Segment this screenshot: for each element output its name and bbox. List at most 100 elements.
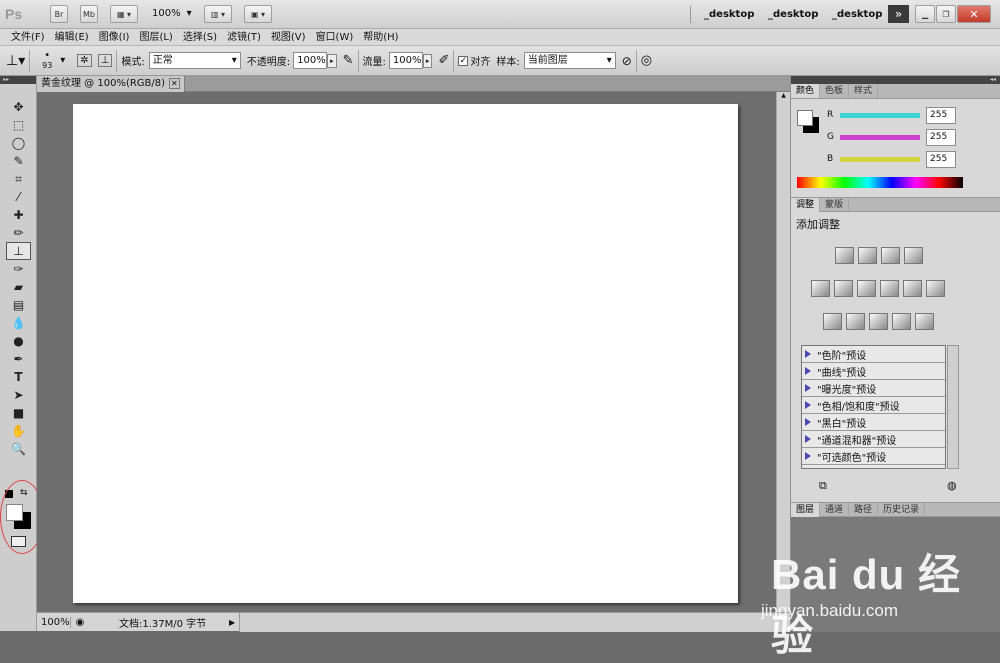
- tab-layers[interactable]: 图层: [791, 502, 821, 517]
- menu-image[interactable]: 图像(I): [94, 29, 135, 46]
- tablet-pressure-icon[interactable]: ◎: [641, 53, 652, 68]
- maximize-button[interactable]: ❐: [936, 5, 956, 23]
- opacity-input[interactable]: 100%: [293, 52, 328, 69]
- eraser-tool-icon[interactable]: ▰: [6, 278, 31, 296]
- menu-layer[interactable]: 图层(L): [134, 29, 177, 46]
- exposure-icon[interactable]: [904, 247, 923, 264]
- healing-brush-tool-icon[interactable]: ✚: [6, 206, 31, 224]
- gradient-tool-icon[interactable]: ▤: [6, 296, 31, 314]
- lasso-tool-icon[interactable]: ◯: [6, 134, 31, 152]
- color-balance-icon[interactable]: [857, 280, 876, 297]
- brush-tool-icon[interactable]: ✏: [6, 224, 31, 242]
- horizontal-scrollbar[interactable]: [239, 612, 790, 632]
- view-extras-dropdown[interactable]: ▦ ▾: [110, 5, 138, 23]
- tab-color[interactable]: 颜色: [791, 84, 821, 98]
- minimize-button[interactable]: ▁: [915, 5, 935, 23]
- flow-slider-button[interactable]: ▸: [422, 53, 433, 68]
- menu-select[interactable]: 选择(S): [178, 29, 222, 46]
- tab-swatches[interactable]: 色板: [820, 84, 850, 98]
- blend-mode-select[interactable]: 正常 ▾: [148, 52, 241, 69]
- brightness-contrast-icon[interactable]: [835, 247, 854, 264]
- color-fg-swatch[interactable]: [797, 110, 813, 126]
- list-item[interactable]: "通道混和器"预设: [802, 431, 945, 448]
- tab-adjustments[interactable]: 调整: [791, 197, 821, 212]
- workspace-1[interactable]: _desktop: [704, 9, 754, 20]
- tab-styles[interactable]: 样式: [849, 84, 879, 98]
- gradient-map-icon[interactable]: [892, 313, 911, 330]
- chevron-down-icon[interactable]: ▾: [60, 55, 65, 66]
- bridge-button[interactable]: Br: [50, 5, 68, 23]
- more-workspaces-button[interactable]: »: [888, 5, 909, 23]
- document-canvas[interactable]: [73, 104, 738, 603]
- selective-color-icon[interactable]: [915, 313, 934, 330]
- curves-icon[interactable]: [881, 247, 900, 264]
- green-value[interactable]: 255: [926, 128, 956, 146]
- invert-icon[interactable]: [823, 313, 842, 330]
- hand-tool-icon[interactable]: ✋: [6, 422, 31, 440]
- channel-mixer-icon[interactable]: [926, 280, 945, 297]
- tab-paths[interactable]: 路径: [849, 502, 879, 517]
- brush-preset-picker[interactable]: • 93: [34, 50, 60, 71]
- flow-input[interactable]: 100%: [388, 52, 423, 69]
- pen-tool-icon[interactable]: ✒: [6, 350, 31, 368]
- document-tab[interactable]: 黄金纹理 @ 100%(RGB/8) ✕: [37, 75, 185, 92]
- hue-saturation-icon[interactable]: [834, 280, 853, 297]
- sample-select[interactable]: 当前图层 ▾: [523, 52, 616, 69]
- tab-masks[interactable]: 蒙版: [820, 197, 850, 212]
- scroll-up-icon[interactable]: ▲: [777, 92, 790, 99]
- list-item[interactable]: "曝光度"预设: [802, 380, 945, 397]
- blue-value[interactable]: 255: [926, 150, 956, 168]
- arrange-documents-dropdown[interactable]: ▥ ▾: [204, 5, 232, 23]
- list-item[interactable]: "黑白"预设: [802, 414, 945, 431]
- clip-to-layer-icon[interactable]: ⧉: [819, 479, 827, 493]
- close-button[interactable]: ✕: [957, 5, 991, 23]
- green-slider[interactable]: [840, 134, 920, 140]
- zoom-dropdown[interactable]: 100% ▾: [152, 8, 192, 19]
- menu-filter[interactable]: 滤镜(T): [222, 29, 266, 46]
- marquee-tool-icon[interactable]: ⬚: [6, 116, 31, 134]
- reset-icon[interactable]: ◍: [947, 479, 957, 492]
- list-item[interactable]: "可选颜色"预设: [802, 448, 945, 465]
- screen-mode-dropdown[interactable]: ▣ ▾: [244, 5, 272, 23]
- menu-window[interactable]: 窗口(W): [311, 29, 359, 46]
- menu-edit[interactable]: 编辑(E): [50, 29, 94, 46]
- shape-tool-icon[interactable]: ■: [6, 404, 31, 422]
- mini-bridge-button[interactable]: Mb: [80, 5, 98, 23]
- clone-stamp-preset-icon[interactable]: ⊥▾: [6, 53, 25, 69]
- menu-help[interactable]: 帮助(H): [358, 29, 403, 46]
- vibrance-icon[interactable]: [811, 280, 830, 297]
- opacity-slider-button[interactable]: ▸: [327, 53, 337, 68]
- photo-filter-icon[interactable]: [903, 280, 922, 297]
- brush-panel-toggle-icon[interactable]: ✲: [77, 54, 92, 67]
- status-zoom[interactable]: 100%: [37, 616, 71, 628]
- red-slider[interactable]: [840, 112, 920, 118]
- clone-source-panel-icon[interactable]: ⊥: [97, 54, 113, 67]
- list-item[interactable]: "色阶"预设: [802, 346, 945, 363]
- threshold-icon[interactable]: [869, 313, 888, 330]
- blur-tool-icon[interactable]: 💧: [6, 314, 31, 332]
- vertical-scrollbar[interactable]: ▲: [776, 92, 790, 612]
- tab-history[interactable]: 历史记录: [878, 502, 926, 517]
- black-white-icon[interactable]: [880, 280, 899, 297]
- close-tab-icon[interactable]: ✕: [169, 78, 180, 89]
- menu-file[interactable]: 文件(F): [6, 29, 50, 46]
- red-value[interactable]: 255: [926, 106, 956, 124]
- workspace-2[interactable]: _desktop: [768, 9, 818, 20]
- history-brush-tool-icon[interactable]: ✑: [6, 260, 31, 278]
- panel-collapse-handle[interactable]: ▸▸: [0, 76, 36, 84]
- zoom-tool-icon[interactable]: 🔍: [6, 440, 31, 458]
- workspace-3[interactable]: _desktop: [832, 9, 882, 20]
- status-menu-arrow-icon[interactable]: ▶: [229, 618, 235, 627]
- posterize-icon[interactable]: [846, 313, 865, 330]
- eyedropper-tool-icon[interactable]: ⁄: [6, 188, 31, 206]
- menu-view[interactable]: 视图(V): [266, 29, 311, 46]
- airbrush-icon[interactable]: ✐: [438, 53, 449, 68]
- move-tool-icon[interactable]: ✥: [6, 98, 31, 116]
- path-selection-tool-icon[interactable]: ➤: [6, 386, 31, 404]
- levels-icon[interactable]: [858, 247, 877, 264]
- blue-slider[interactable]: [840, 156, 920, 162]
- clone-stamp-tool-icon[interactable]: ⊥: [6, 242, 31, 260]
- airbrush-pressure-icon[interactable]: ✎: [343, 53, 354, 68]
- ignore-adjustment-layers-icon[interactable]: ⊘: [622, 54, 632, 68]
- list-item[interactable]: "曲线"预设: [802, 363, 945, 380]
